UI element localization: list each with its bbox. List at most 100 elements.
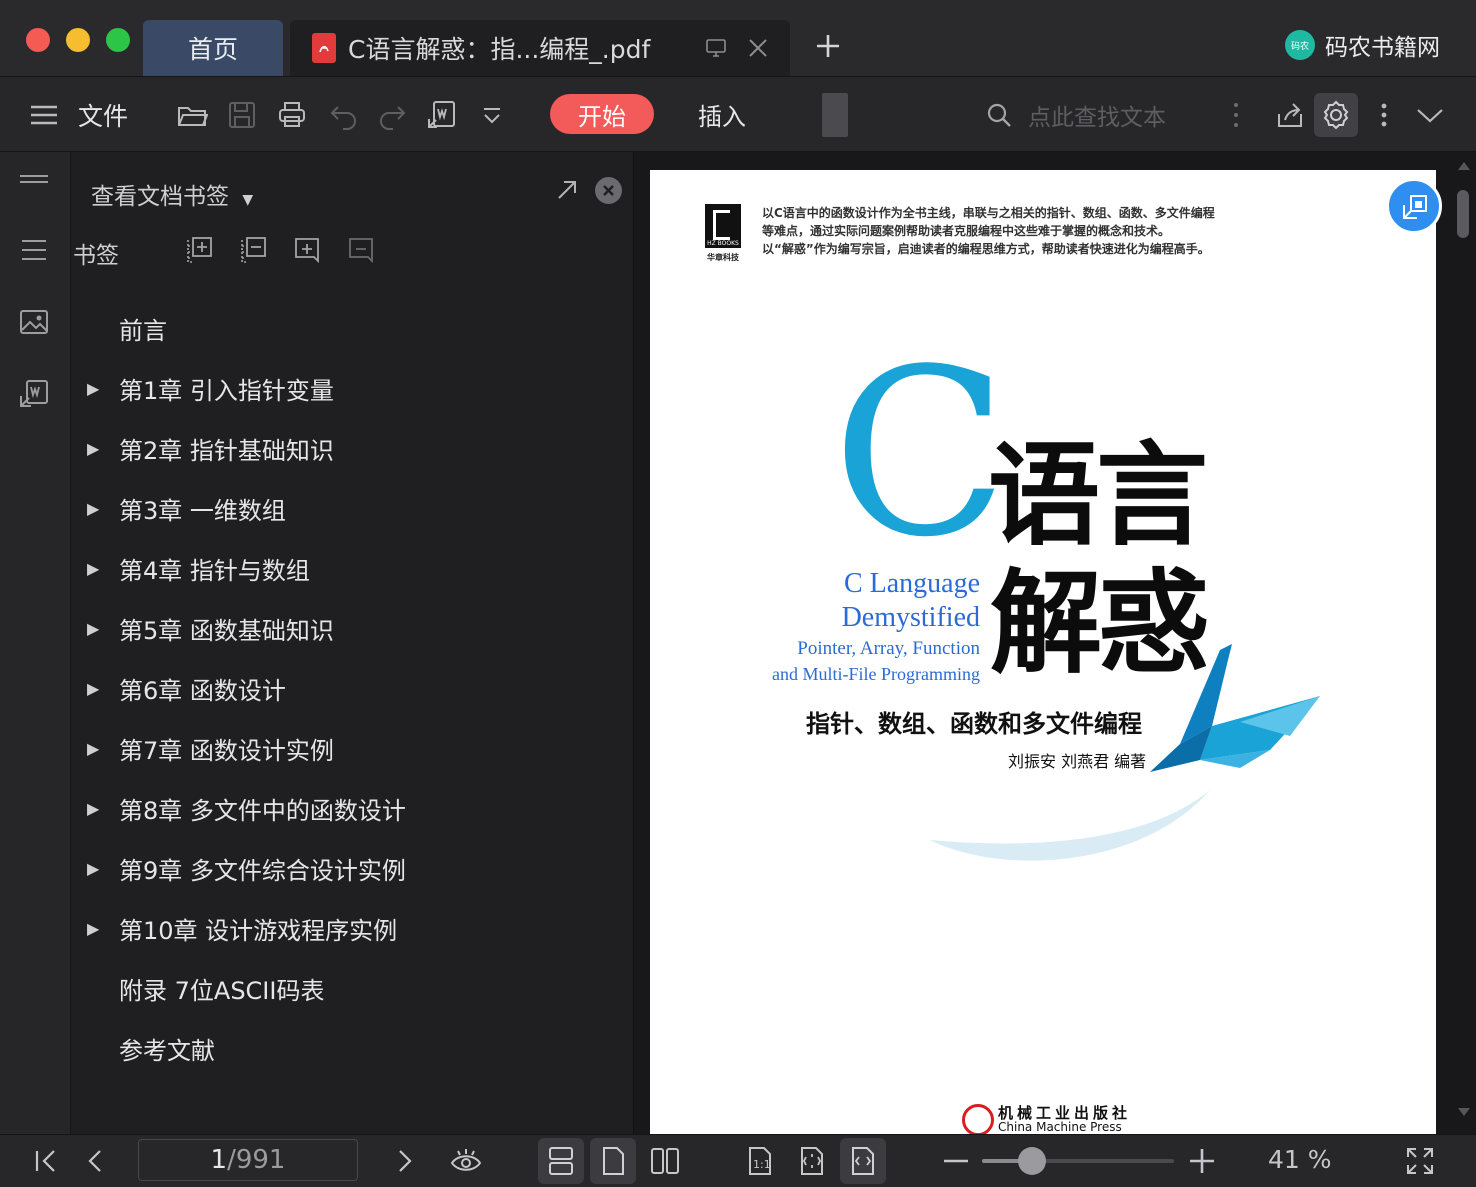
open-folder-icon[interactable] — [176, 99, 209, 131]
print-icon[interactable] — [276, 99, 308, 131]
tab-document[interactable]: C语言解惑：指...编程_.pdf — [290, 20, 790, 76]
panel-title-dropdown[interactable]: 查看文档书签 ▼ — [91, 177, 253, 211]
previous-page-icon[interactable] — [80, 1145, 112, 1177]
convert-document-icon[interactable] — [18, 378, 50, 410]
collapse-panel-icon[interactable] — [18, 166, 50, 198]
page-number-field[interactable]: 1/991 — [138, 1139, 358, 1181]
add-bookmark-icon[interactable] — [293, 236, 321, 264]
bookmark-item[interactable]: ▶ 第7章 函数设计实例 — [87, 728, 607, 768]
bookmark-item[interactable]: ▶ 第2章 指针基础知识 — [87, 428, 607, 468]
expand-triangle-icon[interactable]: ▶ — [87, 559, 119, 578]
pop-out-arrow-icon[interactable] — [555, 178, 579, 202]
bookmark-item[interactable]: ▶ 第3章 一维数组 — [87, 488, 607, 528]
bookmark-item[interactable]: ▶ 第10章 设计游戏程序实例 — [87, 908, 607, 948]
bookmark-item-label: 参考文献 — [119, 1036, 215, 1065]
cover-title-line1: 语言 — [988, 431, 1208, 561]
bookmark-item[interactable]: ▶ 第4章 指针与数组 — [87, 548, 607, 588]
minimize-window-button[interactable] — [66, 28, 90, 52]
blurb-line-2: 等难点，通过实际问题案例帮助读者克服编程中这些难于掌握的概念和技术。 — [762, 224, 1171, 238]
ribbon-scroll-right-button[interactable] — [822, 93, 848, 137]
blurb-line-1: 以C语言中的函数设计作为全书主线，串联与之相关的指针、数组、函数、多文件编程 — [762, 206, 1215, 220]
scrollbar-thumb[interactable] — [1457, 190, 1469, 238]
fit-width-mode-button[interactable] — [840, 1138, 886, 1184]
zoom-out-icon[interactable] — [940, 1145, 972, 1177]
bookmark-item[interactable]: ▶ 第6章 函数设计 — [87, 668, 607, 708]
search-box[interactable]: 点此查找文本 — [984, 97, 1204, 133]
expand-triangle-icon[interactable]: ▶ — [87, 379, 119, 398]
save-icon[interactable] — [226, 99, 258, 131]
expand-triangle-icon[interactable]: ▶ — [87, 619, 119, 638]
fullscreen-icon[interactable] — [1404, 1145, 1436, 1177]
origami-swan-illustration — [1120, 640, 1330, 780]
redo-icon[interactable] — [376, 99, 408, 131]
close-panel-icon[interactable] — [595, 177, 622, 204]
hamburger-menu-icon[interactable] — [28, 99, 60, 131]
bookmark-item-label: 第7章 函数设计实例 — [119, 736, 334, 765]
share-icon[interactable] — [1274, 99, 1306, 131]
bookmark-item[interactable]: ▶ 第8章 多文件中的函数设计 — [87, 788, 607, 828]
bookmark-item[interactable]: 附录 7位ASCII码表 — [87, 968, 607, 1008]
expand-triangle-icon[interactable]: ▶ — [87, 799, 119, 818]
tab-home[interactable]: 首页 — [143, 20, 283, 76]
zoom-slider[interactable] — [982, 1147, 1174, 1175]
bookmark-item-label: 第2章 指针基础知识 — [119, 436, 334, 465]
actual-size-icon[interactable]: 1:1 — [744, 1145, 776, 1177]
bookmark-item[interactable]: ▶ 第9章 多文件综合设计实例 — [87, 848, 607, 888]
zoom-slider-knob[interactable] — [1017, 1147, 1046, 1175]
more-tools-dropdown-icon[interactable] — [476, 99, 508, 131]
zoom-level[interactable]: 41 % — [1268, 1145, 1332, 1174]
eye-protection-icon[interactable] — [450, 1145, 482, 1177]
bookmark-item-label: 第4章 指针与数组 — [119, 556, 310, 585]
zoom-in-icon[interactable] — [1186, 1145, 1218, 1177]
monitor-icon[interactable] — [704, 36, 728, 60]
cover-en-sub1: Pointer, Array, Function — [797, 638, 980, 659]
close-tab-icon[interactable] — [746, 36, 770, 60]
expand-triangle-icon[interactable]: ▶ — [87, 919, 119, 938]
bookmark-item-label: 第3章 一维数组 — [119, 496, 286, 525]
outline-list-icon[interactable] — [18, 234, 50, 266]
insert-tab-button[interactable]: 插入 — [680, 94, 764, 134]
expand-triangle-icon[interactable]: ▶ — [87, 679, 119, 698]
collapse-ribbon-chevron-icon[interactable] — [1414, 99, 1446, 131]
two-page-icon[interactable] — [649, 1145, 681, 1177]
bookmark-item[interactable]: 前言 — [87, 308, 607, 348]
hzbooks-logo-mark — [713, 210, 730, 240]
collapse-all-icon[interactable] — [239, 236, 267, 264]
vertical-scrollbar[interactable] — [1454, 160, 1472, 1120]
continuous-scroll-mode-button[interactable] — [538, 1138, 584, 1184]
fit-width-icon — [847, 1145, 879, 1177]
expand-triangle-icon[interactable]: ▶ — [87, 439, 119, 458]
undo-icon[interactable] — [328, 99, 360, 131]
next-page-icon[interactable] — [388, 1145, 420, 1177]
cover-en-title2: Demystified — [841, 602, 980, 633]
new-tab-plus-icon[interactable] — [814, 32, 842, 60]
more-options-icon[interactable] — [1368, 99, 1400, 131]
hzbooks-logo-sub: 华章科技 — [707, 253, 739, 262]
expand-triangle-icon[interactable]: ▶ — [87, 859, 119, 878]
current-page: 1 — [210, 1145, 228, 1175]
floating-convert-button[interactable] — [1386, 178, 1442, 234]
scroll-down-arrow-icon[interactable] — [1458, 1108, 1470, 1116]
bookmark-item[interactable]: 参考文献 — [87, 1028, 607, 1068]
total-pages: /991 — [227, 1145, 286, 1175]
svg-text:1:1: 1:1 — [753, 1158, 771, 1171]
maximize-window-button[interactable] — [106, 28, 130, 52]
cover-authors: 刘振安 刘燕君 编著 — [1008, 752, 1147, 771]
first-page-icon[interactable] — [30, 1145, 62, 1177]
close-window-button[interactable] — [26, 28, 50, 52]
bookmark-item[interactable]: ▶ 第5章 函数基础知识 — [87, 608, 607, 648]
start-tab-button[interactable]: 开始 — [550, 94, 654, 134]
expand-triangle-icon[interactable]: ▶ — [87, 739, 119, 758]
delete-bookmark-icon[interactable] — [347, 236, 375, 264]
expand-triangle-icon[interactable]: ▶ — [87, 499, 119, 518]
thumbnail-image-icon[interactable] — [18, 306, 50, 338]
hzbooks-logo-text: HZ BOOKS — [707, 240, 739, 247]
scroll-up-arrow-icon[interactable] — [1458, 162, 1470, 170]
single-page-mode-button[interactable] — [590, 1138, 636, 1184]
fit-page-icon[interactable] — [796, 1145, 828, 1177]
file-menu[interactable]: 文件 — [78, 97, 128, 133]
bookmark-item[interactable]: ▶ 第1章 引入指针变量 — [87, 368, 607, 408]
pdf-to-word-icon[interactable] — [426, 99, 458, 131]
expand-all-icon[interactable] — [185, 236, 213, 264]
settings-button[interactable] — [1314, 93, 1358, 137]
